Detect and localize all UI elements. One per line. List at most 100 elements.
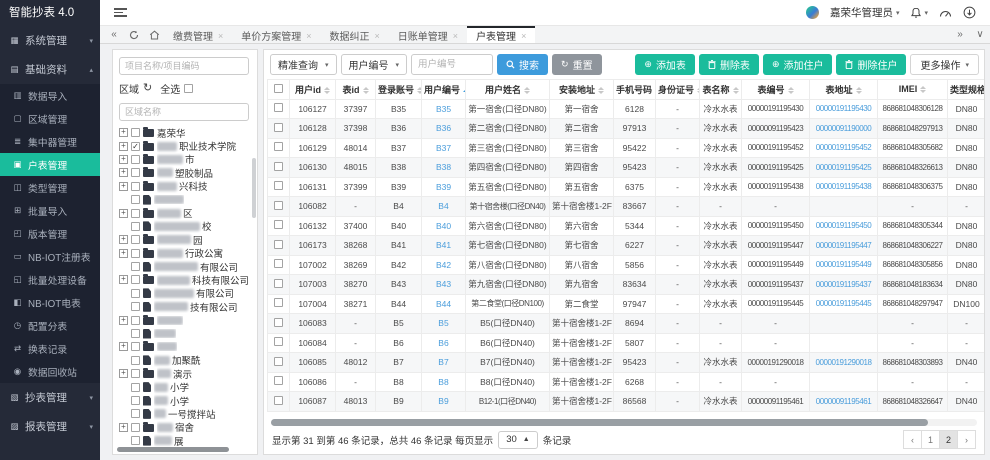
tree-node-label[interactable]: 职业技术学院 — [157, 139, 236, 152]
tree-node[interactable] — [119, 327, 249, 340]
sidebar-item-区域管理[interactable]: ▢区域管理 — [0, 107, 100, 130]
sidebar-item-换表记录[interactable]: ⇄换表记录 — [0, 337, 100, 360]
sidebar-item-批量导入[interactable]: ⊞批量导入 — [0, 199, 100, 222]
tree-checkbox[interactable] — [131, 316, 140, 325]
cell-link[interactable]: 00000191195437 — [816, 280, 871, 289]
row-checkbox[interactable] — [274, 123, 283, 132]
region-refresh-icon[interactable]: ↻ — [143, 84, 152, 93]
tree-node[interactable]: 有限公司 — [119, 260, 249, 273]
page-size-select[interactable]: 30 ▲ — [498, 431, 538, 449]
row-checkbox[interactable] — [274, 201, 283, 210]
tree-node-label[interactable]: 小学 — [154, 394, 189, 407]
search-button[interactable]: 搜索 — [497, 54, 548, 75]
refresh-tab-icon[interactable] — [124, 26, 144, 43]
fullscreen-button[interactable] — [963, 6, 976, 19]
tree-node[interactable]: 加聚酰 — [119, 354, 249, 367]
tree-node-label[interactable]: 宿舍 — [157, 421, 194, 434]
header-checkbox[interactable] — [274, 84, 283, 93]
close-icon[interactable]: × — [218, 31, 223, 41]
expand-icon[interactable]: + — [119, 369, 128, 378]
page-button-1[interactable]: 1 — [921, 430, 940, 449]
cell-link[interactable]: 00000091195461 — [816, 397, 871, 406]
row-checkbox[interactable] — [274, 259, 283, 268]
tree-node[interactable]: 一号搅拌站 — [119, 407, 249, 420]
tree-checkbox[interactable] — [131, 409, 140, 418]
tree-checkbox[interactable] — [131, 235, 140, 244]
column-header-手机号码[interactable]: 手机号码 — [614, 80, 656, 100]
expand-icon[interactable]: + — [119, 316, 128, 325]
row-checkbox[interactable] — [274, 318, 283, 327]
tree-node[interactable]: +区 — [119, 206, 249, 219]
tree-checkbox[interactable] — [131, 289, 140, 298]
add-meter-button[interactable]: ⊕ 添加表 — [635, 54, 695, 75]
tabs-scroll-right-icon[interactable]: » — [950, 26, 970, 43]
delete-resident-button[interactable]: 删除住户 — [836, 54, 906, 75]
tree-node-label[interactable]: 园 — [157, 233, 203, 246]
tree-node-label[interactable]: 嘉荣华 — [157, 126, 186, 139]
cell-link[interactable]: 00000191195425 — [816, 163, 871, 172]
tree-checkbox[interactable]: ✓ — [131, 142, 140, 151]
expand-icon[interactable]: + — [119, 168, 128, 177]
tree-checkbox[interactable] — [131, 342, 140, 351]
region-search-input[interactable] — [119, 103, 249, 121]
tree-checkbox[interactable] — [131, 249, 140, 258]
row-checkbox[interactable] — [274, 181, 283, 190]
expand-icon[interactable]: + — [119, 275, 128, 284]
sidebar-item-数据回收站[interactable]: ◉数据回收站 — [0, 360, 100, 383]
sidebar-item-户表管理[interactable]: ▣户表管理 — [0, 153, 100, 176]
reset-button[interactable]: ↻ 重置 — [552, 54, 602, 75]
row-checkbox[interactable] — [274, 298, 283, 307]
tree-horizontal-scrollbar[interactable] — [117, 447, 229, 452]
row-checkbox[interactable] — [274, 376, 283, 385]
tree-node[interactable]: +科技有限公司 — [119, 273, 249, 286]
expand-icon[interactable]: + — [119, 249, 128, 258]
sidebar-item-版本管理[interactable]: ◰版本管理 — [0, 222, 100, 245]
column-header-表地址[interactable]: 表地址 — [810, 80, 878, 100]
notifications-button[interactable]: ▾ — [910, 7, 928, 19]
cell-link[interactable]: B42 — [436, 260, 451, 270]
sidebar-collapse-icon[interactable] — [114, 6, 127, 19]
tree-node-label[interactable]: 有限公司 — [154, 260, 238, 273]
cell-link[interactable]: B41 — [436, 240, 451, 250]
cell-link[interactable]: 00000191195447 — [816, 241, 871, 250]
tree-checkbox[interactable] — [131, 275, 140, 284]
tree-checkbox[interactable] — [131, 209, 140, 218]
tab-缴费管理[interactable]: 缴费管理× — [164, 26, 232, 43]
column-header-安装地址[interactable]: 安装地址 — [550, 80, 614, 100]
row-checkbox[interactable] — [274, 220, 283, 229]
tree-node-label[interactable]: 塑胶制品 — [157, 166, 213, 179]
tree-node[interactable]: + — [119, 340, 249, 353]
tree-checkbox[interactable] — [131, 155, 140, 164]
row-checkbox[interactable] — [274, 396, 283, 405]
tree-node-label[interactable]: 市 — [157, 153, 195, 166]
expand-icon[interactable]: + — [119, 142, 128, 151]
expand-icon[interactable]: + — [119, 235, 128, 244]
tree-node[interactable]: 小学 — [119, 394, 249, 407]
column-header-用户姓名[interactable]: 用户姓名 — [466, 80, 550, 100]
tree-node-label[interactable]: 小学 — [154, 380, 189, 393]
cell-link[interactable]: B38 — [436, 162, 451, 172]
sort-icon[interactable] — [417, 87, 421, 94]
tree-node[interactable]: 有限公司 — [119, 287, 249, 300]
row-checkbox[interactable] — [274, 103, 283, 112]
tree-node[interactable]: +✓ 职业技术学院 — [119, 139, 249, 152]
cell-link[interactable]: B44 — [436, 299, 451, 309]
tree-node-label[interactable]: 加聚酰 — [154, 354, 201, 367]
home-tab-icon[interactable] — [144, 26, 164, 43]
tabs-scroll-left-icon[interactable]: « — [104, 26, 124, 43]
sidebar-section-基础资料[interactable]: ▤基础资料▴ — [0, 55, 100, 84]
column-header-用户id[interactable]: 用户id — [290, 80, 336, 100]
tree-node[interactable]: +宿舍 — [119, 421, 249, 434]
tree-node-label[interactable]: 兴科技 — [157, 180, 208, 193]
close-icon[interactable]: × — [306, 31, 311, 41]
close-icon[interactable]: × — [453, 31, 458, 41]
tree-node-label[interactable] — [157, 342, 177, 351]
cell-link[interactable]: B7 — [438, 357, 448, 367]
sort-icon[interactable] — [733, 87, 739, 94]
tree-checkbox[interactable] — [131, 222, 140, 231]
tree-node-label[interactable]: 一号搅拌站 — [154, 407, 216, 420]
row-checkbox[interactable] — [274, 162, 283, 171]
expand-icon[interactable]: + — [119, 155, 128, 164]
row-checkbox[interactable] — [274, 337, 283, 346]
tree-checkbox[interactable] — [131, 423, 140, 432]
